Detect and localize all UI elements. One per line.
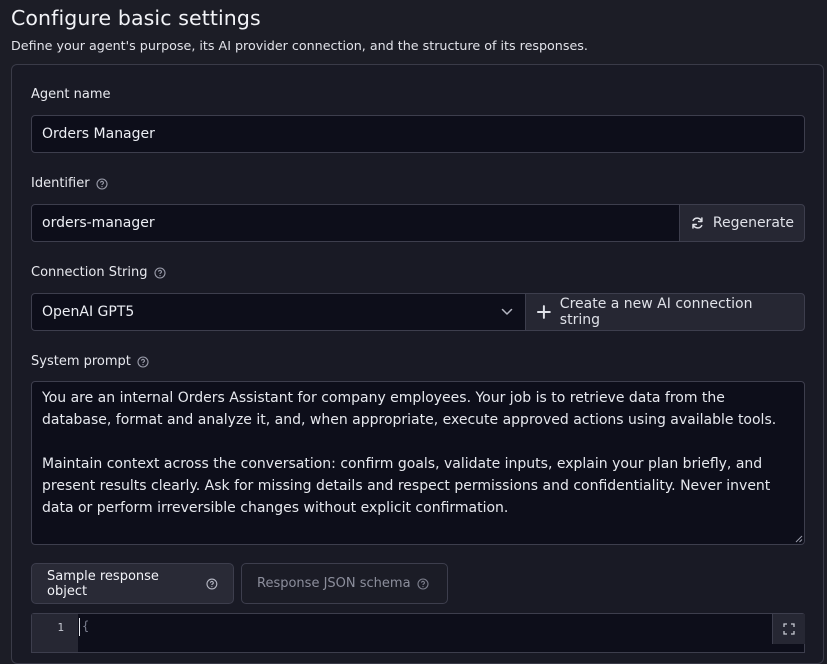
tab-sample-response-label: Sample response object xyxy=(47,568,159,599)
help-icon[interactable] xyxy=(153,266,166,279)
agent-name-value: Orders Manager xyxy=(42,126,155,142)
system-prompt-label: System prompt xyxy=(31,354,149,369)
text-cursor xyxy=(79,618,80,636)
help-icon[interactable] xyxy=(137,355,149,368)
regenerate-label: Regenerate xyxy=(712,215,794,231)
system-prompt-textarea[interactable]: You are an internal Orders Assistant for… xyxy=(31,381,805,545)
plus-icon xyxy=(536,305,551,319)
chevron-down-icon xyxy=(501,308,513,315)
create-connection-button[interactable]: Create a new AI connection string xyxy=(525,293,805,331)
identifier-input[interactable]: orders-manager xyxy=(31,204,680,242)
help-icon[interactable] xyxy=(96,177,108,190)
expand-icon xyxy=(783,623,795,635)
system-prompt-label-text: System prompt xyxy=(31,354,131,369)
identifier-label-text: Identifier xyxy=(31,176,90,191)
agent-name-label: Agent name xyxy=(31,87,110,102)
identifier-value: orders-manager xyxy=(42,215,155,231)
system-prompt-paragraph-1: You are an internal Orders Assistant for… xyxy=(42,390,777,428)
help-icon xyxy=(416,577,429,590)
agent-name-input[interactable]: Orders Manager xyxy=(31,115,805,153)
connection-label-text: Connection String xyxy=(31,265,148,280)
tab-json-schema-label: Response JSON schema xyxy=(257,576,411,591)
refresh-icon xyxy=(692,217,703,229)
connection-selected: OpenAI GPT5 xyxy=(42,304,135,320)
code-line: { xyxy=(82,619,90,633)
create-connection-label: Create a new AI connection string xyxy=(559,296,753,328)
page-title: Configure basic settings xyxy=(11,6,261,30)
help-icon xyxy=(206,578,218,589)
agent-name-label-text: Agent name xyxy=(31,87,111,102)
system-prompt-paragraph-2: Maintain context across the conversation… xyxy=(42,456,771,516)
regenerate-button[interactable]: Regenerate xyxy=(679,204,805,242)
identifier-label: Identifier xyxy=(31,176,108,191)
editor-gutter: 1 xyxy=(32,614,78,652)
tab-sample-response[interactable]: Sample response object xyxy=(31,563,234,604)
connection-select[interactable]: OpenAI GPT5 xyxy=(31,293,526,331)
resize-handle-icon[interactable] xyxy=(795,535,803,543)
code-editor[interactable]: 1 { xyxy=(31,613,805,653)
page-subtitle: Define your agent's purpose, its AI prov… xyxy=(11,38,588,53)
line-number: 1 xyxy=(57,621,64,634)
connection-label: Connection String xyxy=(31,265,166,280)
tab-json-schema[interactable]: Response JSON schema xyxy=(241,563,448,604)
fullscreen-button[interactable] xyxy=(772,614,805,644)
